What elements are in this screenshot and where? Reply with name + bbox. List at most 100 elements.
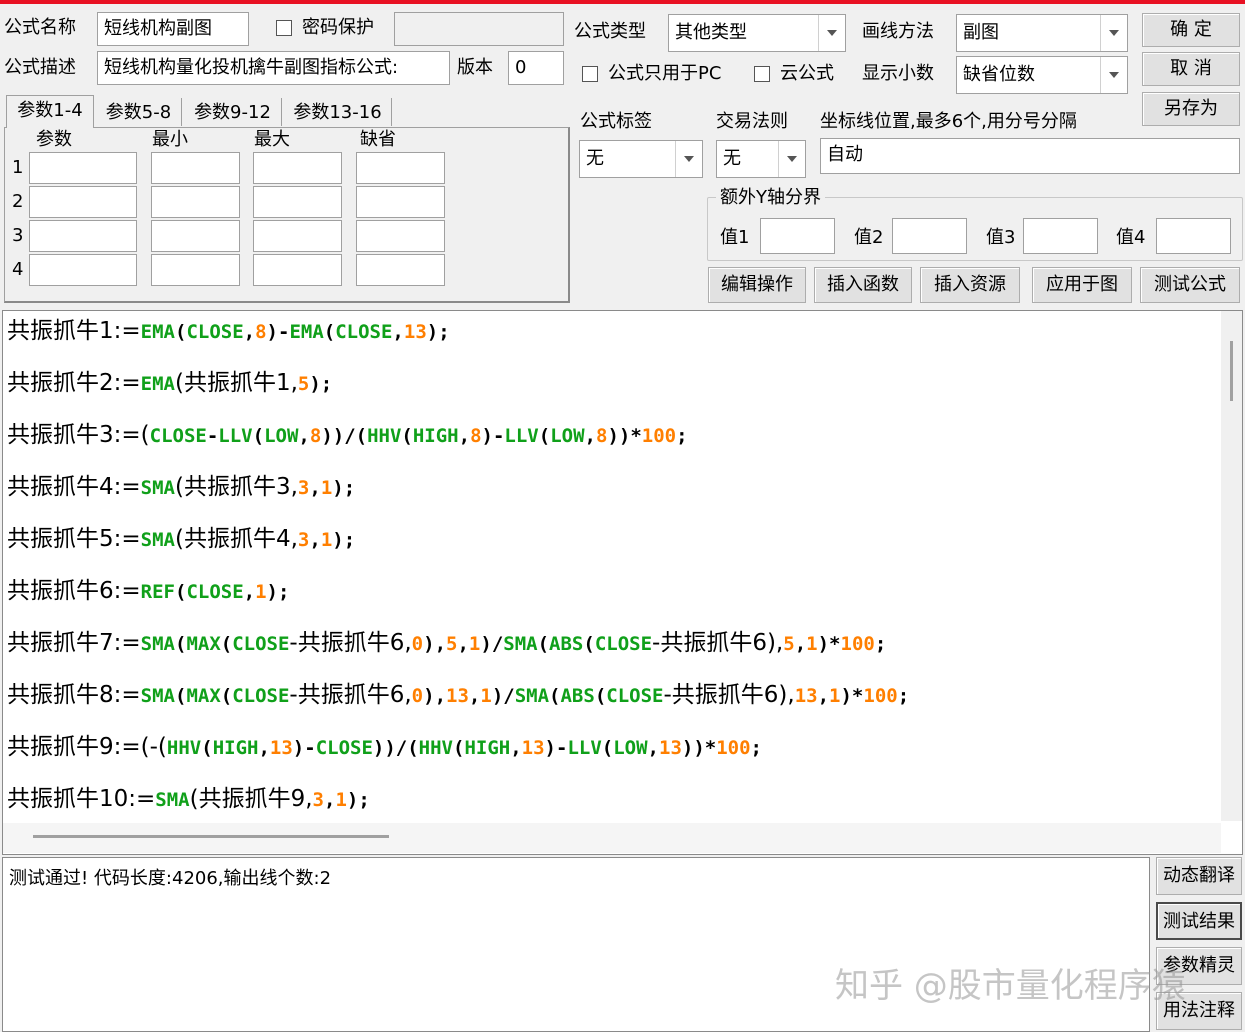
decimals-select[interactable]: 缺省位数 — [956, 56, 1128, 94]
code-text-token: , — [510, 737, 522, 759]
test-formula-button[interactable]: 测试公式 — [1140, 267, 1240, 303]
tab-params-13-16[interactable]: 参数13-16 — [284, 98, 392, 126]
code-text-token: ( — [538, 425, 551, 447]
param-min-input[interactable] — [151, 220, 240, 252]
param-name-input[interactable] — [29, 220, 137, 252]
code-function-token: EMA — [140, 373, 175, 395]
param-max-input[interactable] — [253, 220, 342, 252]
insert-resource-button[interactable]: 插入资源 — [920, 267, 1020, 303]
formula-type-label: 公式类型 — [574, 21, 646, 42]
code-text-token: , — [309, 529, 321, 551]
param-name-input[interactable] — [29, 254, 137, 286]
param-min-input[interactable] — [151, 186, 240, 218]
password-checkbox[interactable] — [276, 20, 292, 36]
axis-lines-input[interactable]: 自动 — [820, 138, 1240, 174]
code-number-token: 5 — [446, 633, 458, 655]
code-text-token: ); — [309, 373, 333, 395]
code-number-token: 13 — [521, 737, 545, 759]
code-function-token: ABS — [549, 633, 584, 655]
code-function-token: SMA — [514, 685, 550, 707]
code-number-token: 3 — [297, 477, 310, 499]
window-top-border — [0, 0, 1245, 4]
code-number-token: 1 — [335, 789, 347, 811]
horizontal-scrollbar[interactable] — [3, 823, 1221, 853]
param-default-input[interactable] — [356, 186, 445, 218]
formula-tag-select[interactable]: 无 — [579, 140, 703, 178]
vertical-scrollbar-thumb[interactable] — [1230, 341, 1233, 401]
code-function-token: LOW — [613, 737, 648, 759]
chevron-down-icon — [675, 141, 702, 177]
param-min-input[interactable] — [151, 152, 240, 184]
code-function-token: SMA — [503, 633, 538, 655]
code-number-token: 13 — [269, 737, 293, 759]
axis-lines-label: 坐标线位置,最多6个,用分号分隔 — [820, 111, 1077, 132]
param-max-input[interactable] — [253, 152, 342, 184]
formula-type-select[interactable]: 其他类型 — [668, 14, 846, 52]
param-default-input[interactable] — [356, 220, 445, 252]
trade-rule-select[interactable]: 无 — [716, 140, 806, 178]
version-input[interactable]: 0 — [508, 51, 564, 85]
code-text-token: -共振抓牛6, — [289, 630, 412, 656]
ok-button[interactable]: 确 定 — [1142, 13, 1240, 47]
value4-input[interactable] — [1156, 218, 1231, 254]
code-text-token: ( — [323, 321, 336, 343]
code-function-token: LOW — [550, 425, 585, 447]
param-name-input[interactable] — [29, 186, 137, 218]
code-number-token: 13 — [794, 685, 818, 707]
param-max-input[interactable] — [253, 254, 342, 286]
code-function-token: CLOSE — [232, 633, 290, 655]
code-function-token: CLOSE — [315, 737, 373, 759]
code-text-token: ( — [174, 633, 187, 655]
dynamic-translate-button[interactable]: 动态翻译 — [1156, 857, 1242, 895]
tab-params-9-12[interactable]: 参数9-12 — [184, 98, 282, 126]
value3-input[interactable] — [1023, 218, 1098, 254]
code-text-token: ( — [583, 633, 595, 655]
tab-params-1-4[interactable]: 参数1-4 — [6, 95, 94, 128]
value1-input[interactable] — [760, 218, 835, 254]
apply-to-chart-button[interactable]: 应用于图 — [1032, 267, 1132, 303]
cancel-button[interactable]: 取 消 — [1142, 52, 1240, 86]
code-number-token: 8 — [470, 425, 482, 447]
vertical-scrollbar[interactable] — [1221, 311, 1242, 821]
code-text-token: ( — [174, 321, 187, 343]
edit-operation-button[interactable]: 编辑操作 — [708, 267, 806, 303]
draw-method-select[interactable]: 副图 — [956, 14, 1128, 52]
param-max-input[interactable] — [253, 186, 342, 218]
formula-name-input[interactable]: 短线机构副图 — [97, 12, 249, 46]
formula-desc-input[interactable]: 短线机构量化投机擒牛副图指标公式: — [97, 51, 450, 85]
insert-function-button[interactable]: 插入函数 — [814, 267, 912, 303]
decimals-value: 缺省位数 — [963, 64, 1035, 85]
code-line: 共振抓牛7:=SMA(MAX(CLOSE-共振抓牛6,0),5,1)/SMA(A… — [7, 623, 886, 657]
cloud-formula-checkbox[interactable] — [754, 66, 770, 82]
test-result-button[interactable]: 测试结果 — [1156, 902, 1242, 940]
code-number-token: 0 — [411, 633, 424, 655]
code-number-token: 3 — [312, 789, 324, 811]
param-default-input[interactable] — [356, 152, 445, 184]
tab-params-5-8[interactable]: 参数5-8 — [96, 98, 182, 126]
password-input[interactable] — [394, 12, 564, 46]
code-text-token: , — [392, 321, 404, 343]
code-text-token: ( — [252, 425, 265, 447]
pc-only-checkbox[interactable] — [582, 66, 598, 82]
param-name-input[interactable] — [29, 152, 137, 184]
code-function-token: SMA — [155, 789, 190, 811]
code-text-token: ( — [601, 737, 614, 759]
horizontal-scrollbar-thumb[interactable] — [33, 835, 389, 838]
param-default-input[interactable] — [356, 254, 445, 286]
code-function-token: SMA — [140, 633, 175, 655]
param-header-max: 最大 — [254, 129, 290, 150]
code-line: 共振抓牛9:=(-(HHV(HIGH,13)-CLOSE))/(HHV(HIGH… — [7, 727, 762, 761]
code-function-token: HHV — [418, 737, 453, 759]
formula-tag-value: 无 — [586, 148, 604, 169]
code-text-token: ; — [750, 737, 762, 759]
save-as-button[interactable]: 另存为 — [1142, 92, 1240, 126]
code-text-token: )/ — [480, 633, 504, 655]
draw-method-value: 副图 — [963, 22, 999, 43]
code-text-token: -共振抓牛6), — [652, 630, 784, 656]
code-text-token: (共振抓牛3, — [174, 474, 298, 500]
value2-input[interactable] — [892, 218, 967, 254]
param-min-input[interactable] — [151, 254, 240, 286]
code-editor[interactable]: 共振抓牛1:=EMA(CLOSE,8)-EMA(CLOSE,13); 共振抓牛2:… — [2, 310, 1243, 855]
code-text-token: )- — [481, 425, 505, 447]
code-line: 共振抓牛6:=REF(CLOSE,1); — [7, 571, 289, 605]
